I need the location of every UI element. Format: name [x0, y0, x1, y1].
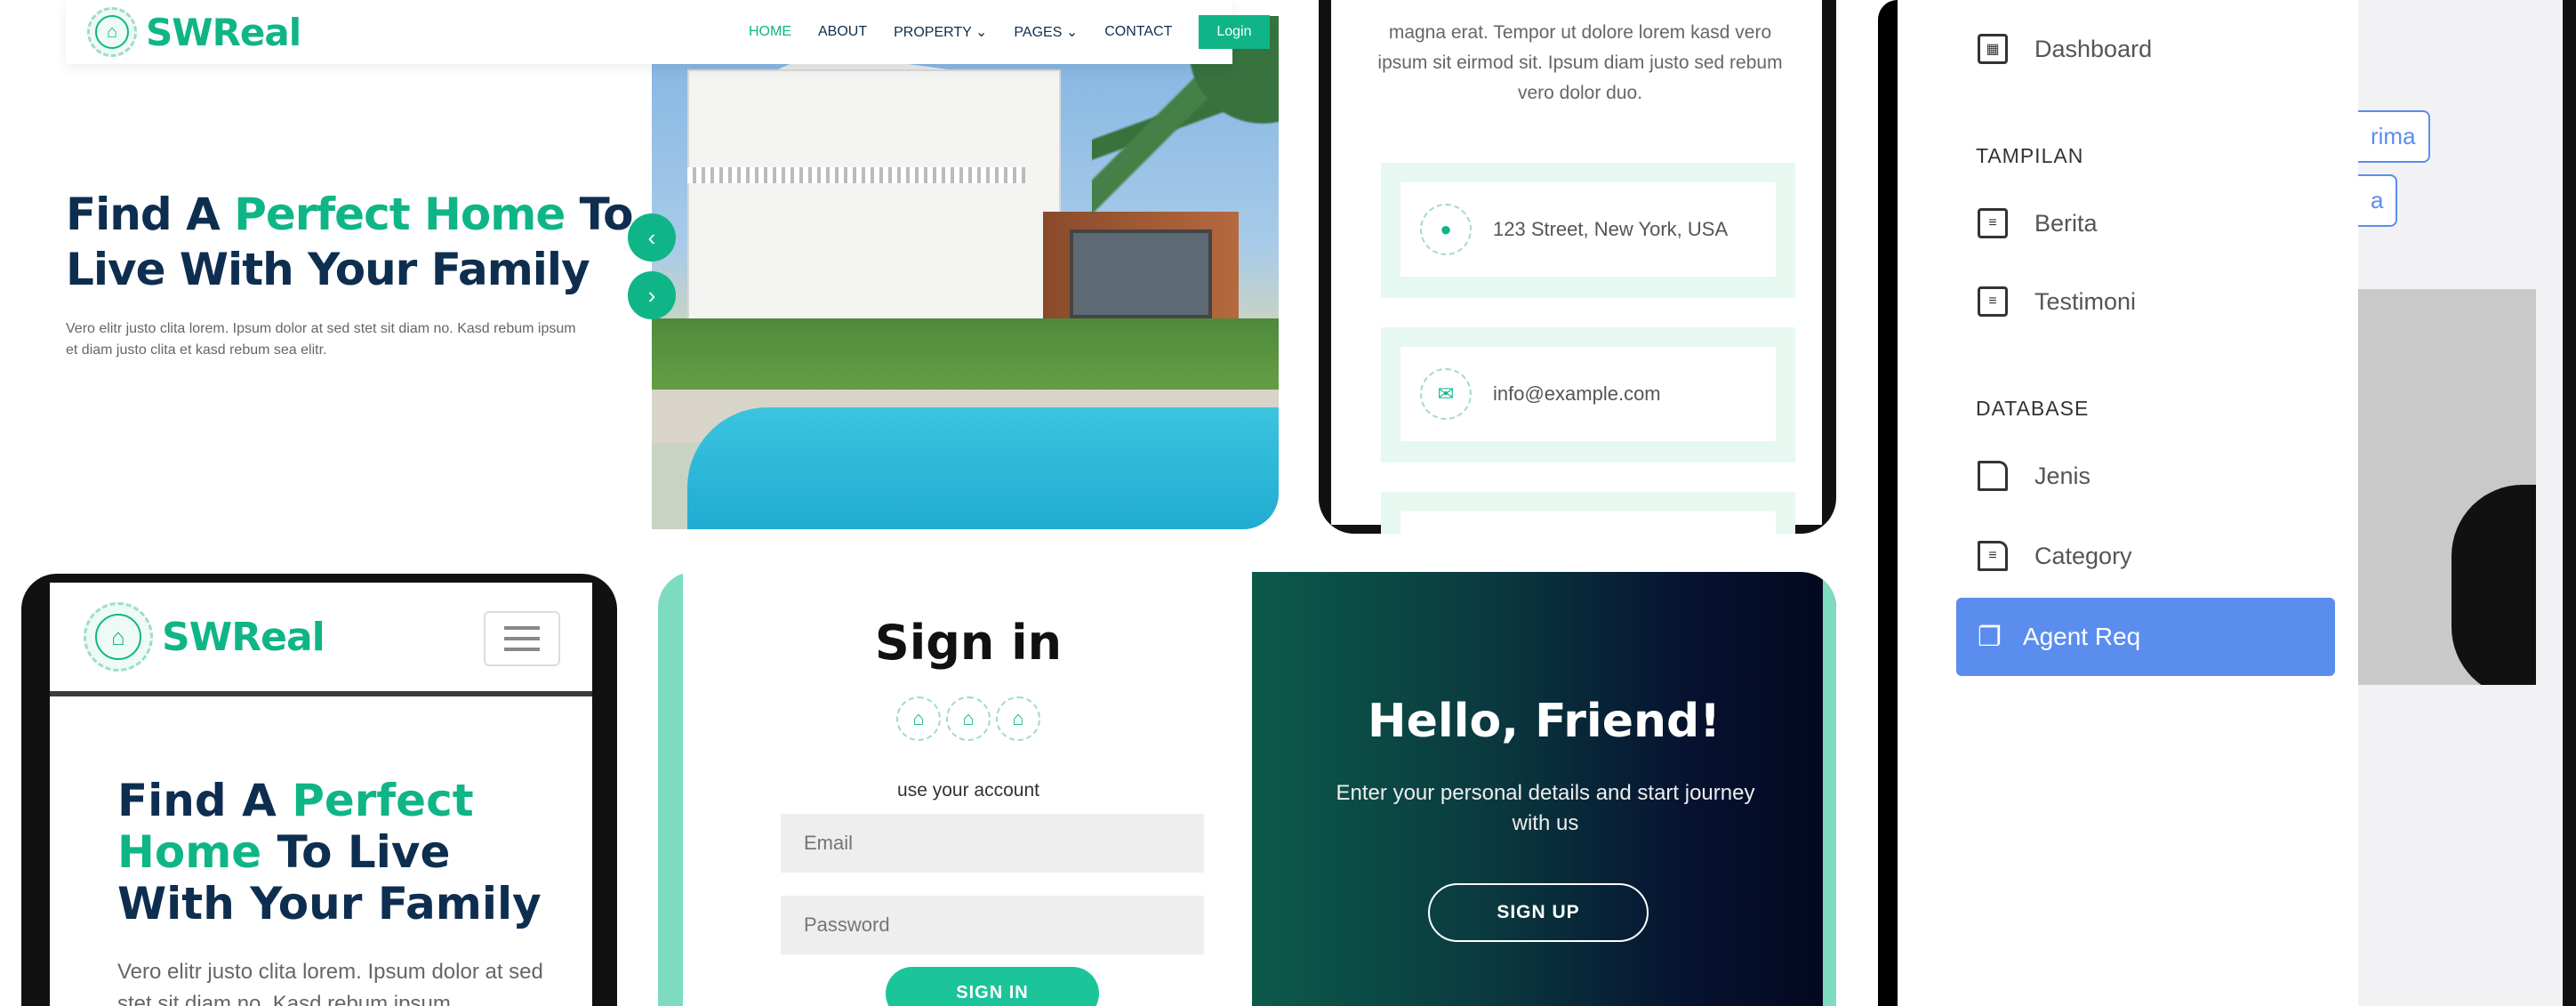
- mobile-hero-title: Find A Perfect Home To Live With Your Fa…: [117, 775, 542, 930]
- section-database: DATABASE: [1976, 397, 2090, 420]
- contact-screen: magna erat. Tempor ut dolore lorem kasd …: [1331, 0, 1822, 534]
- section-tampilan: TAMPILAN: [1976, 144, 2084, 167]
- sidebar-item-berita[interactable]: ≡ Berita: [1978, 208, 2098, 238]
- signup-overlay-panel: Hello, Friend! Enter your personal detai…: [1252, 572, 1836, 1006]
- signin-button[interactable]: SIGN IN: [886, 967, 1099, 1006]
- use-account-text: use your account: [897, 780, 1039, 801]
- phone-card: [1381, 492, 1795, 534]
- list-icon: ≡: [1978, 208, 2008, 238]
- social-icons: ⌂ ⌂ ⌂: [683, 696, 1254, 741]
- hero-house-image: [652, 16, 1279, 529]
- nav-property[interactable]: PROPERTY ⌄: [894, 23, 987, 41]
- mobile-hero-preview: ⌂ SWReal Find A Perfect Home To Live Wit…: [21, 574, 617, 1006]
- address-card: ● 123 Street, New York, USA: [1381, 163, 1795, 298]
- device-bezel: [1878, 0, 1898, 1006]
- signin-title: Sign in: [874, 615, 1063, 671]
- profile-photo: [2358, 289, 2536, 685]
- map-marker-icon: ●: [1420, 204, 1472, 255]
- nav-home[interactable]: HOME: [749, 24, 791, 40]
- nav-contact[interactable]: CONTACT: [1104, 24, 1172, 40]
- sidebar-item-testimoni[interactable]: ≡ Testimoni: [1978, 286, 2136, 317]
- carousel-prev-icon[interactable]: ‹: [628, 213, 676, 262]
- email-card: ✉ info@example.com: [1381, 327, 1795, 463]
- contact-mobile-preview: magna erat. Tempor ut dolore lorem kasd …: [1319, 0, 1836, 534]
- brand-badge-icon[interactable]: ⌂: [896, 696, 941, 741]
- signin-form-panel: Sign in ⌂ ⌂ ⌂ use your account SIGN IN: [658, 572, 1254, 1006]
- nav-about[interactable]: ABOUT: [818, 24, 867, 40]
- file-icon: [1978, 461, 2008, 491]
- sidebar-item-dashboard[interactable]: ▦ Dashboard: [1978, 34, 2152, 64]
- signup-button[interactable]: SIGN UP: [1428, 883, 1649, 942]
- nav-pages[interactable]: PAGES ⌄: [1014, 23, 1078, 41]
- brand-logo-icon[interactable]: ⌂: [84, 602, 153, 672]
- brand-name[interactable]: SWReal: [146, 11, 301, 54]
- file-text-icon: ≡: [1978, 541, 2008, 571]
- cards-icon: ❐: [1978, 622, 2002, 652]
- main-menu: HOME ABOUT PROPERTY ⌄ PAGES ⌄ CONTACT Lo…: [749, 0, 1270, 64]
- dashboard-grid-icon: ▦: [1978, 34, 2008, 64]
- brand-logo-icon[interactable]: ⌂: [87, 7, 137, 57]
- hero-description: Vero elitr justo clita lorem. Ipsum dolo…: [66, 321, 576, 358]
- device-edge: [2563, 0, 2576, 1006]
- admin-dashboard-preview: rima a ▦ Dashboard TAMPILAN ≡ Berita ≡ Test…: [1878, 0, 2576, 1006]
- email-input[interactable]: [781, 814, 1204, 873]
- chip-secondary[interactable]: a: [2358, 174, 2398, 227]
- brand-badge-icon[interactable]: ⌂: [946, 696, 991, 741]
- hamburger-menu-icon[interactable]: [484, 611, 560, 666]
- list-icon: ≡: [1978, 286, 2008, 317]
- envelope-icon: ✉: [1420, 368, 1472, 420]
- desktop-navbar: ⌂ SWReal HOME ABOUT PROPERTY ⌄ PAGES ⌄ C…: [66, 0, 1270, 64]
- hello-title: Hello, Friend!: [1368, 695, 1721, 748]
- brand-badge-icon[interactable]: ⌂: [996, 696, 1040, 741]
- hero-title: Find A Perfect Home To Live With Your Fa…: [66, 189, 633, 295]
- mobile-navbar: ⌂ SWReal: [50, 583, 592, 696]
- password-input[interactable]: [781, 896, 1204, 954]
- mobile-hero-description: Vero elitr justo clita lorem. Ipsum dolo…: [117, 960, 543, 1006]
- mobile-screen: ⌂ SWReal Find A Perfect Home To Live Wit…: [50, 583, 592, 1006]
- right-accent-stripe: [1823, 572, 1836, 1006]
- carousel-next-icon[interactable]: ›: [628, 271, 676, 319]
- desktop-hero-preview: ⌂ SWReal HOME ABOUT PROPERTY ⌄ PAGES ⌄ C…: [34, 0, 1279, 529]
- sidebar-item-agent-req[interactable]: ❐ Agent Req: [1956, 598, 2335, 676]
- contact-intro-text: magna erat. Tempor ut dolore lorem kasd …: [1377, 22, 1783, 103]
- email-text[interactable]: info@example.com: [1493, 382, 1661, 406]
- signin-preview: Sign in ⌂ ⌂ ⌂ use your account SIGN IN H…: [658, 572, 1836, 1006]
- sidebar-item-jenis[interactable]: Jenis: [1978, 461, 2090, 491]
- address-text: 123 Street, New York, USA: [1493, 218, 1729, 240]
- sidebar-item-category[interactable]: ≡ Category: [1978, 541, 2132, 571]
- login-button[interactable]: Login: [1199, 15, 1270, 49]
- admin-sidebar: ▦ Dashboard TAMPILAN ≡ Berita ≡ Testimoni D…: [1898, 0, 2358, 1006]
- chip-primary[interactable]: rima: [2358, 110, 2430, 163]
- brand-name[interactable]: SWReal: [162, 615, 325, 660]
- signup-prompt-text: Enter your personal details and start jo…: [1336, 781, 1755, 835]
